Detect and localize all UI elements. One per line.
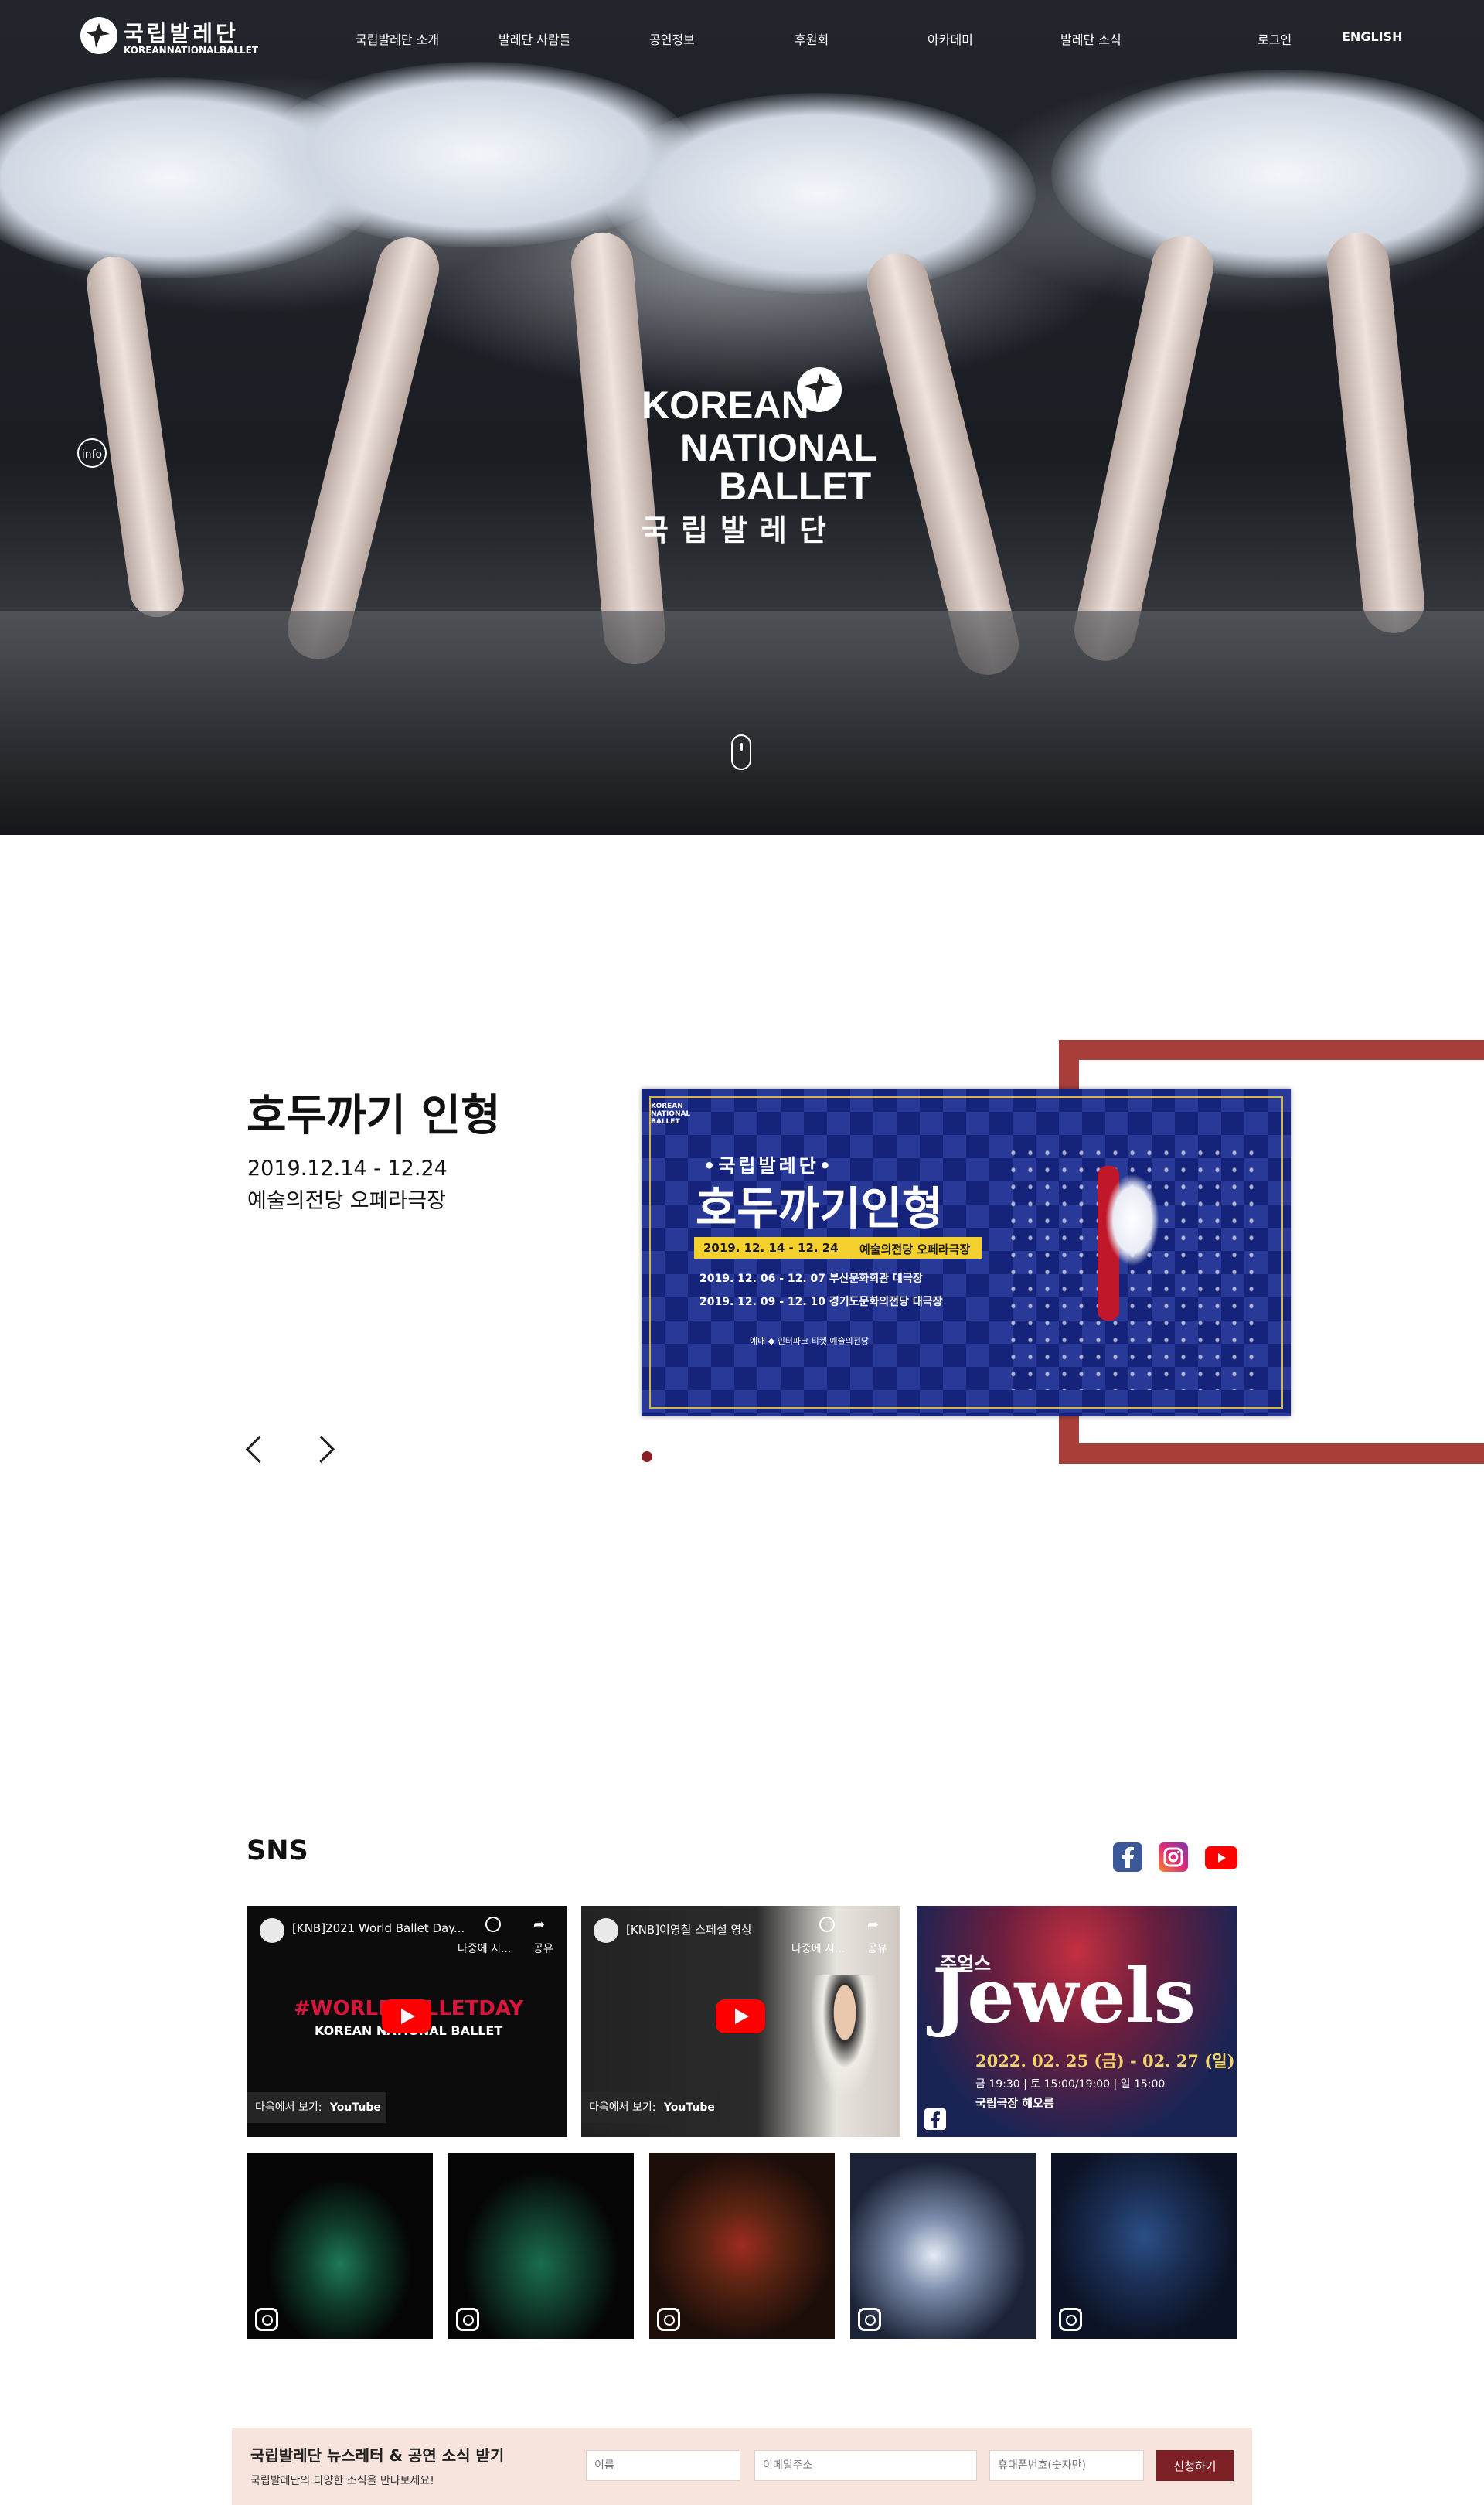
instagram-icon (858, 2308, 881, 2331)
hero-tutu (1051, 70, 1484, 278)
poster-title: 호두까기인형 (696, 1182, 944, 1235)
nav-item-people[interactable]: 발레단 사람들 (499, 29, 570, 48)
sns-section-title: SNS (247, 1835, 308, 1866)
center-logo-line1: KOREAN (642, 383, 809, 427)
performance-poster[interactable]: KOREAN NATIONAL BALLET •국립발레단• 호두까기인형 20… (642, 1089, 1291, 1416)
video-embed-worldballetday[interactable]: [KNB]2021 World Ballet Day... 나중에 시... ➦… (247, 1906, 567, 2137)
performance-venue: 예술의전당 오페라극장 (247, 1189, 446, 1213)
instagram-post[interactable] (850, 2153, 1036, 2339)
center-logo-line3: BALLET (719, 465, 872, 508)
nav-item-academy[interactable]: 아카데미 (928, 29, 973, 48)
youtube-wordmark: YouTube (663, 2101, 715, 2114)
facebook-badge-icon (924, 2108, 946, 2130)
subscribe-button[interactable]: 신청하기 (1156, 2450, 1234, 2481)
center-logo-line4: 국립발레단 (642, 515, 839, 547)
poster-line2: 2019. 12. 09 - 12. 10 경기도문화의전당 대극장 (699, 1296, 943, 1308)
hero-section: 국립발레단 KOREANNATIONALBALLET 국립발레단 소개 발레단 … (0, 0, 1484, 835)
login-link[interactable]: 로그인 (1258, 29, 1292, 48)
poster-line1: 2019. 12. 06 - 12. 07 부산문화회관 대극장 (699, 1273, 923, 1285)
play-button-icon[interactable] (716, 1999, 765, 2033)
poster-dancer-ballerina (1105, 1174, 1159, 1266)
channel-avatar[interactable] (260, 1918, 284, 1943)
instagram-icon (255, 2308, 278, 2331)
instagram-post[interactable] (247, 2153, 433, 2339)
video-portrait (810, 1975, 880, 2099)
info-button[interactable]: info (77, 438, 107, 468)
nav-item-support[interactable]: 후원회 (795, 29, 829, 48)
instagram-icon (456, 2308, 479, 2331)
hero-leg (1324, 230, 1428, 636)
video-title[interactable]: [KNB]2021 World Ballet Day... (292, 1921, 465, 1935)
top-navigation: 국립발레단 KOREANNATIONALBALLET 국립발레단 소개 발레단 … (0, 0, 1484, 77)
instagram-post[interactable] (448, 2153, 634, 2339)
performance-date: 2019.12.14 - 12.24 (247, 1157, 448, 1181)
instagram-icon (1059, 2308, 1082, 2331)
slider-next-icon[interactable] (307, 1435, 335, 1464)
ballet-logo-icon[interactable] (80, 17, 117, 54)
instagram-post[interactable] (1051, 2153, 1237, 2339)
poster-bar-venue: 예술의전당 오페라극장 (859, 1242, 971, 1256)
hero-leg (1068, 230, 1220, 667)
slider-prev-icon[interactable] (245, 1435, 274, 1464)
watch-later-label[interactable]: 나중에 시... (458, 1941, 511, 1956)
share-label[interactable]: 공유 (867, 1941, 887, 1956)
english-link[interactable]: ENGLISH (1342, 29, 1403, 44)
watch-later-label[interactable]: 나중에 시... (791, 1941, 845, 1956)
hero-tutu (603, 93, 1036, 294)
email-field[interactable] (754, 2450, 977, 2481)
nav-item-performances[interactable]: 공연정보 (649, 29, 695, 48)
center-brand-logo: KOREAN NATIONAL BALLET 국립발레단 (638, 363, 877, 549)
nav-item-news[interactable]: 발레단 소식 (1060, 29, 1122, 48)
facebook-post-jewels[interactable]: 주얼스 Jewels 2022. 02. 25 (금) - 02. 27 (일)… (917, 1906, 1237, 2137)
youtube-icon[interactable] (1205, 1846, 1237, 1869)
video-embed-special[interactable]: [KNB]이영철 스페셜 영상 나중에 시... ➦ 공유 다음에서 보기: Y… (581, 1906, 900, 2137)
hero-leg (281, 230, 446, 666)
video-title[interactable]: [KNB]이영철 스페셜 영상 (626, 1921, 752, 1938)
hero-stage-floor (0, 611, 1484, 835)
logo-text-en[interactable]: KOREANNATIONALBALLET (124, 45, 258, 56)
share-label[interactable]: 공유 (533, 1941, 553, 1956)
play-button-icon[interactable] (382, 1999, 431, 2033)
clock-icon[interactable] (485, 1917, 501, 1932)
instagram-post[interactable] (649, 2153, 835, 2339)
jewels-title: Jewels (932, 1952, 1196, 2040)
dancer-emblem-icon (797, 367, 842, 412)
performance-title: 호두까기 인형 (247, 1091, 501, 1141)
watch-on-label: 다음에서 보기: (255, 2101, 322, 2114)
channel-avatar[interactable] (594, 1918, 618, 1943)
scroll-mouse-icon[interactable] (731, 734, 751, 770)
logo-text-kr[interactable]: 국립발레단 (124, 17, 239, 48)
jewels-venue: 국립극장 해오름 (975, 2096, 1054, 2110)
facebook-icon[interactable] (1113, 1842, 1142, 1872)
share-icon[interactable]: ➦ (867, 1917, 879, 1933)
poster-bar-date: 2019. 12. 14 - 12. 24 (703, 1241, 839, 1255)
poster-brand: KOREAN NATIONAL BALLET (651, 1103, 691, 1126)
clock-icon[interactable] (819, 1917, 835, 1932)
poster-sponsors: 예매 ◆ 인터파크 티켓 예술의전당 (750, 1336, 870, 1346)
nav-item-about[interactable]: 국립발레단 소개 (356, 29, 439, 48)
instagram-icon[interactable] (1159, 1842, 1188, 1872)
instagram-icon (657, 2308, 680, 2331)
name-field[interactable] (586, 2450, 740, 2481)
newsletter-bar: 국립발레단 뉴스레터 & 공연 소식 받기 국립발레단의 다양한 소식을 만나보… (232, 2428, 1252, 2505)
watch-on-label: 다음에서 보기: (589, 2101, 656, 2114)
hero-leg (83, 253, 188, 621)
newsletter-subtitle: 국립발레단의 다양한 소식을 만나보세요! (250, 2475, 434, 2487)
jewels-times: 금 19:30 | 토 15:00/19:00 | 일 15:00 (975, 2078, 1166, 2091)
youtube-wordmark: YouTube (329, 2101, 381, 2114)
phone-field[interactable] (989, 2450, 1144, 2481)
jewels-dates: 2022. 02. 25 (금) - 02. 27 (일) (975, 2051, 1235, 2070)
newsletter-title: 국립발레단 뉴스레터 & 공연 소식 받기 (250, 2446, 505, 2465)
watch-on-youtube[interactable]: 다음에서 보기: YouTube (247, 2092, 386, 2123)
slider-pagination-dot[interactable] (642, 1451, 652, 1462)
watch-on-youtube[interactable]: 다음에서 보기: YouTube (581, 2092, 720, 2123)
share-icon[interactable]: ➦ (533, 1917, 545, 1933)
